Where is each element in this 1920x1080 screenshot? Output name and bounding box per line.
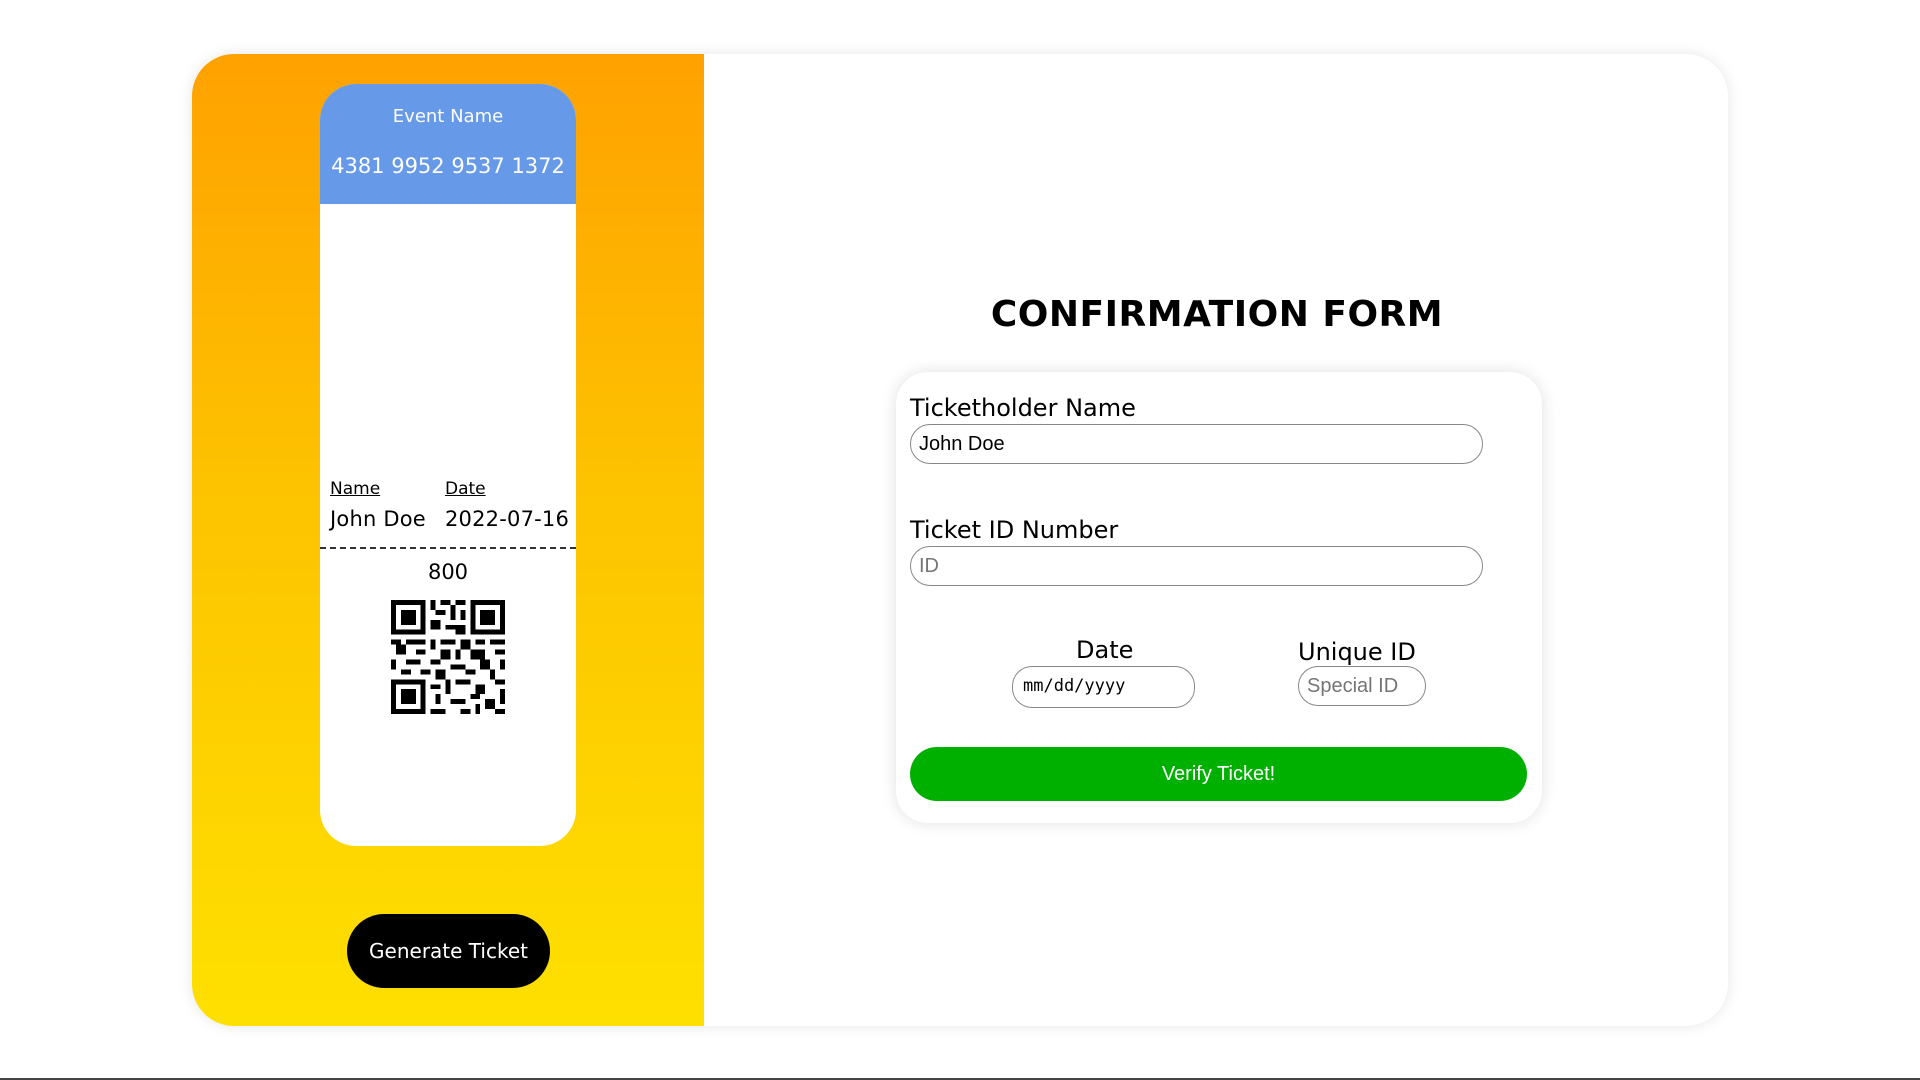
- date-input[interactable]: mm/dd/yyyy: [1012, 666, 1195, 708]
- ticket-date-value: 2022-07-16: [445, 507, 570, 531]
- unique-id-label: Unique ID: [1298, 638, 1416, 666]
- qr-code: [391, 600, 505, 714]
- date-label: Date: [1076, 636, 1134, 664]
- ticket-preview: Event Name 4381 9952 9537 1372 Name Date…: [320, 84, 576, 846]
- ticket-panel: Event Name 4381 9952 9537 1372 Name Date…: [192, 54, 704, 1026]
- ticket-number: 4381 9952 9537 1372: [331, 154, 565, 178]
- ticket-divider: [320, 547, 576, 549]
- ticket-price: 800: [427, 560, 469, 584]
- ticketholder-name-input[interactable]: [910, 424, 1483, 464]
- app-card: Event Name 4381 9952 9537 1372 Name Date…: [192, 54, 1728, 1026]
- ticketholder-name-label: Ticketholder Name: [910, 394, 1136, 422]
- ticket-name-value: John Doe: [330, 507, 426, 531]
- form-title: CONFIRMATION FORM: [990, 294, 1444, 335]
- ticket-id-label: Ticket ID Number: [910, 516, 1119, 544]
- confirmation-form: Ticketholder Name Ticket ID Number Date …: [896, 372, 1542, 823]
- event-name: Event Name: [392, 106, 504, 127]
- ticket-date-label: Date: [445, 479, 486, 499]
- ticket-id-input[interactable]: [910, 546, 1483, 586]
- unique-id-input[interactable]: [1298, 666, 1426, 706]
- ticket-name-label: Name: [330, 479, 381, 499]
- ticket-header: Event Name 4381 9952 9537 1372: [320, 84, 576, 204]
- generate-ticket-button[interactable]: Generate Ticket: [347, 914, 550, 988]
- verify-ticket-button[interactable]: Verify Ticket!: [910, 747, 1527, 801]
